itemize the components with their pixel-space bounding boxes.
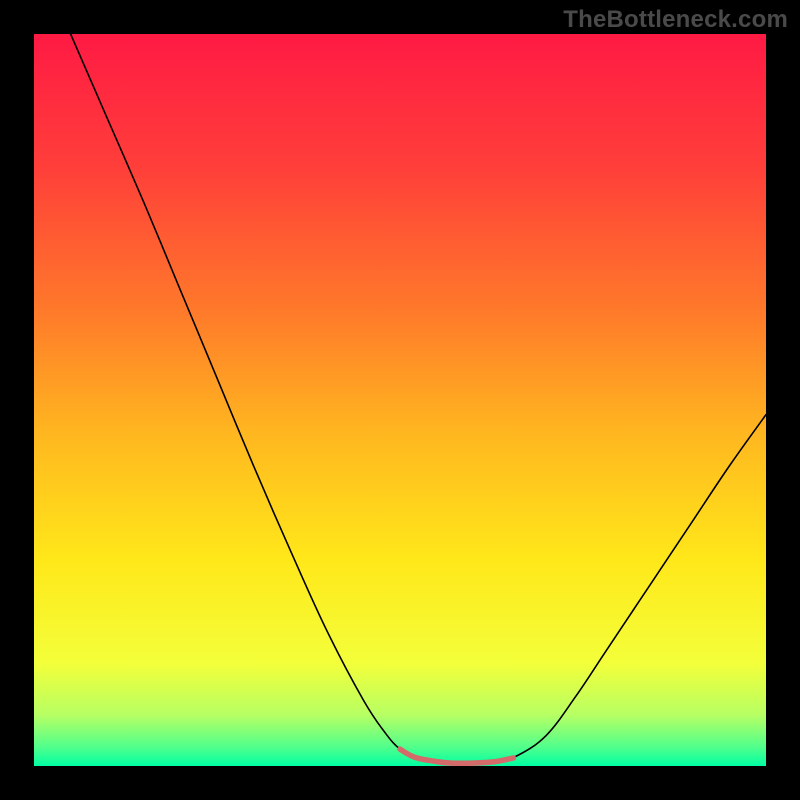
gradient-background [34,34,766,766]
watermark-label: TheBottleneck.com [563,6,788,34]
bottleneck-curve-plot [0,0,800,800]
chart-canvas: TheBottleneck.com [0,0,800,800]
